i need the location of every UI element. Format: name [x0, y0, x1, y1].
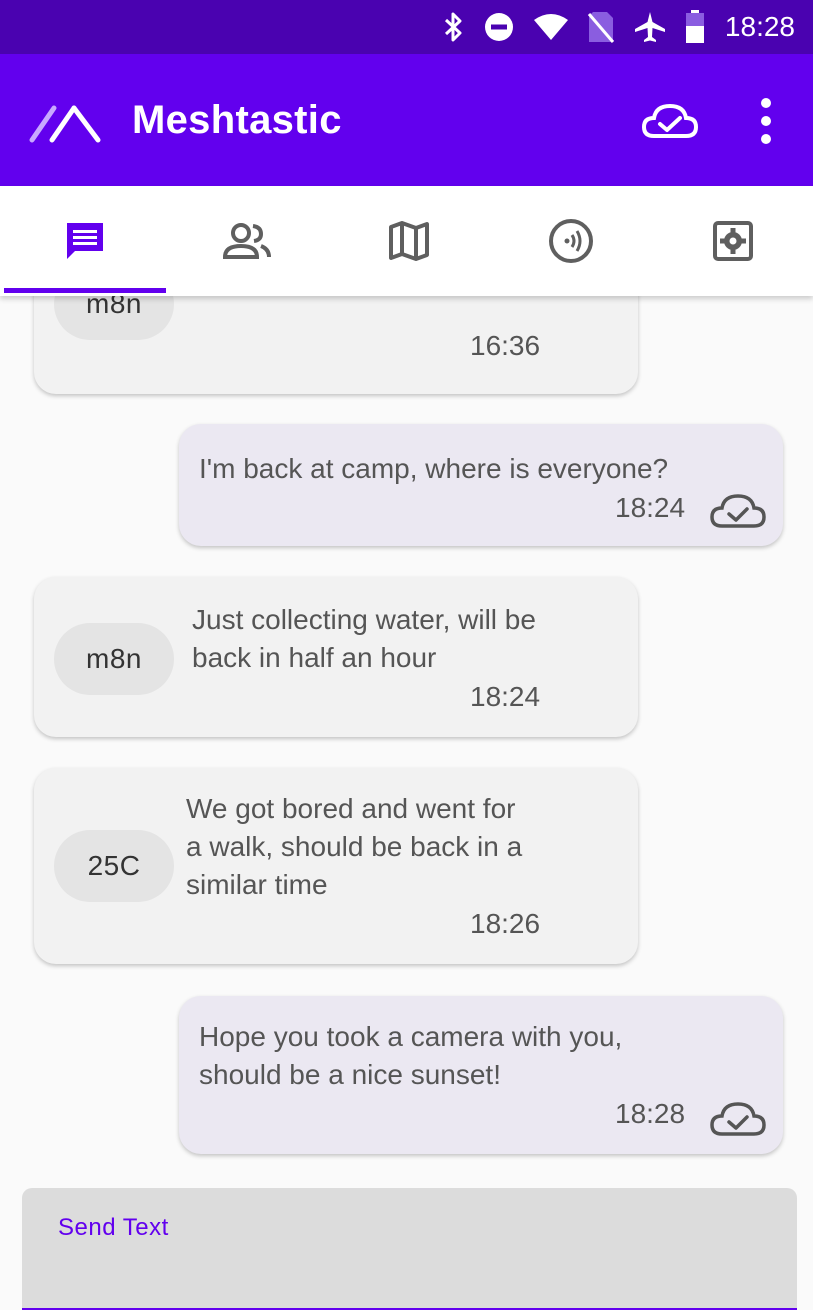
cloud-connected-icon[interactable]: [640, 98, 700, 144]
cloud-done-icon: [710, 1102, 766, 1136]
message-bubble[interactable]: m8n Just collecting water, will be back …: [34, 577, 638, 737]
tab-map[interactable]: [328, 186, 490, 296]
message-bubble[interactable]: 25C We got bored and went for a walk, sh…: [34, 768, 638, 964]
tab-indicator: [4, 288, 166, 293]
tab-settings[interactable]: [652, 186, 813, 296]
message-time: 18:28: [615, 1098, 686, 1129]
channel-icon: [549, 219, 593, 263]
no-sim-icon: [587, 12, 615, 43]
cloud-done-icon: [710, 494, 766, 528]
wifi-icon: [533, 14, 568, 40]
sender-chip[interactable]: m8n: [54, 623, 174, 695]
message-text: I'm back at camp, where is everyone?: [199, 453, 669, 484]
status-bar: 18:28: [0, 0, 813, 54]
battery-icon: [685, 10, 704, 43]
more-vert-icon[interactable]: [748, 94, 784, 148]
message-time: 18:24: [615, 492, 686, 523]
sender-chip[interactable]: m8n: [54, 296, 174, 340]
map-icon: [389, 221, 429, 261]
messages-icon: [67, 223, 103, 259]
airplane-icon: [634, 12, 665, 42]
meshtastic-logo-icon: [29, 105, 101, 143]
message-text: We got bored and went for a walk, should…: [186, 793, 523, 900]
message-text: Hope you took a camera with you, should …: [199, 1021, 623, 1090]
message-bubble[interactable]: m8n 16:36: [34, 296, 638, 394]
tab-messages[interactable]: [4, 186, 166, 296]
message-list[interactable]: m8n 16:36 I'm back at camp, where is eve…: [0, 296, 813, 1186]
app-title: Meshtastic: [132, 98, 342, 142]
users-icon: [222, 223, 271, 259]
settings-icon: [713, 221, 753, 261]
tab-channel[interactable]: [490, 186, 652, 296]
send-text-label: Send Text: [58, 1214, 169, 1241]
message-bubble[interactable]: I'm back at camp, where is everyone? 18:…: [179, 424, 783, 546]
status-time: 18:28: [724, 11, 795, 42]
tab-bar: [0, 186, 813, 296]
message-bubble[interactable]: Hope you took a camera with you, should …: [179, 996, 783, 1154]
sender-chip[interactable]: 25C: [54, 830, 174, 902]
send-text-input[interactable]: Send Text: [22, 1188, 797, 1310]
message-text: Just collecting water, will be back in h…: [192, 604, 536, 673]
tab-users[interactable]: [166, 186, 328, 296]
message-time: 16:36: [470, 330, 541, 361]
dnd-icon: [484, 13, 513, 41]
message-time: 18:26: [470, 908, 541, 939]
bluetooth-icon: [444, 12, 462, 42]
app-bar: Meshtastic: [0, 54, 813, 186]
message-time: 18:24: [470, 681, 541, 712]
